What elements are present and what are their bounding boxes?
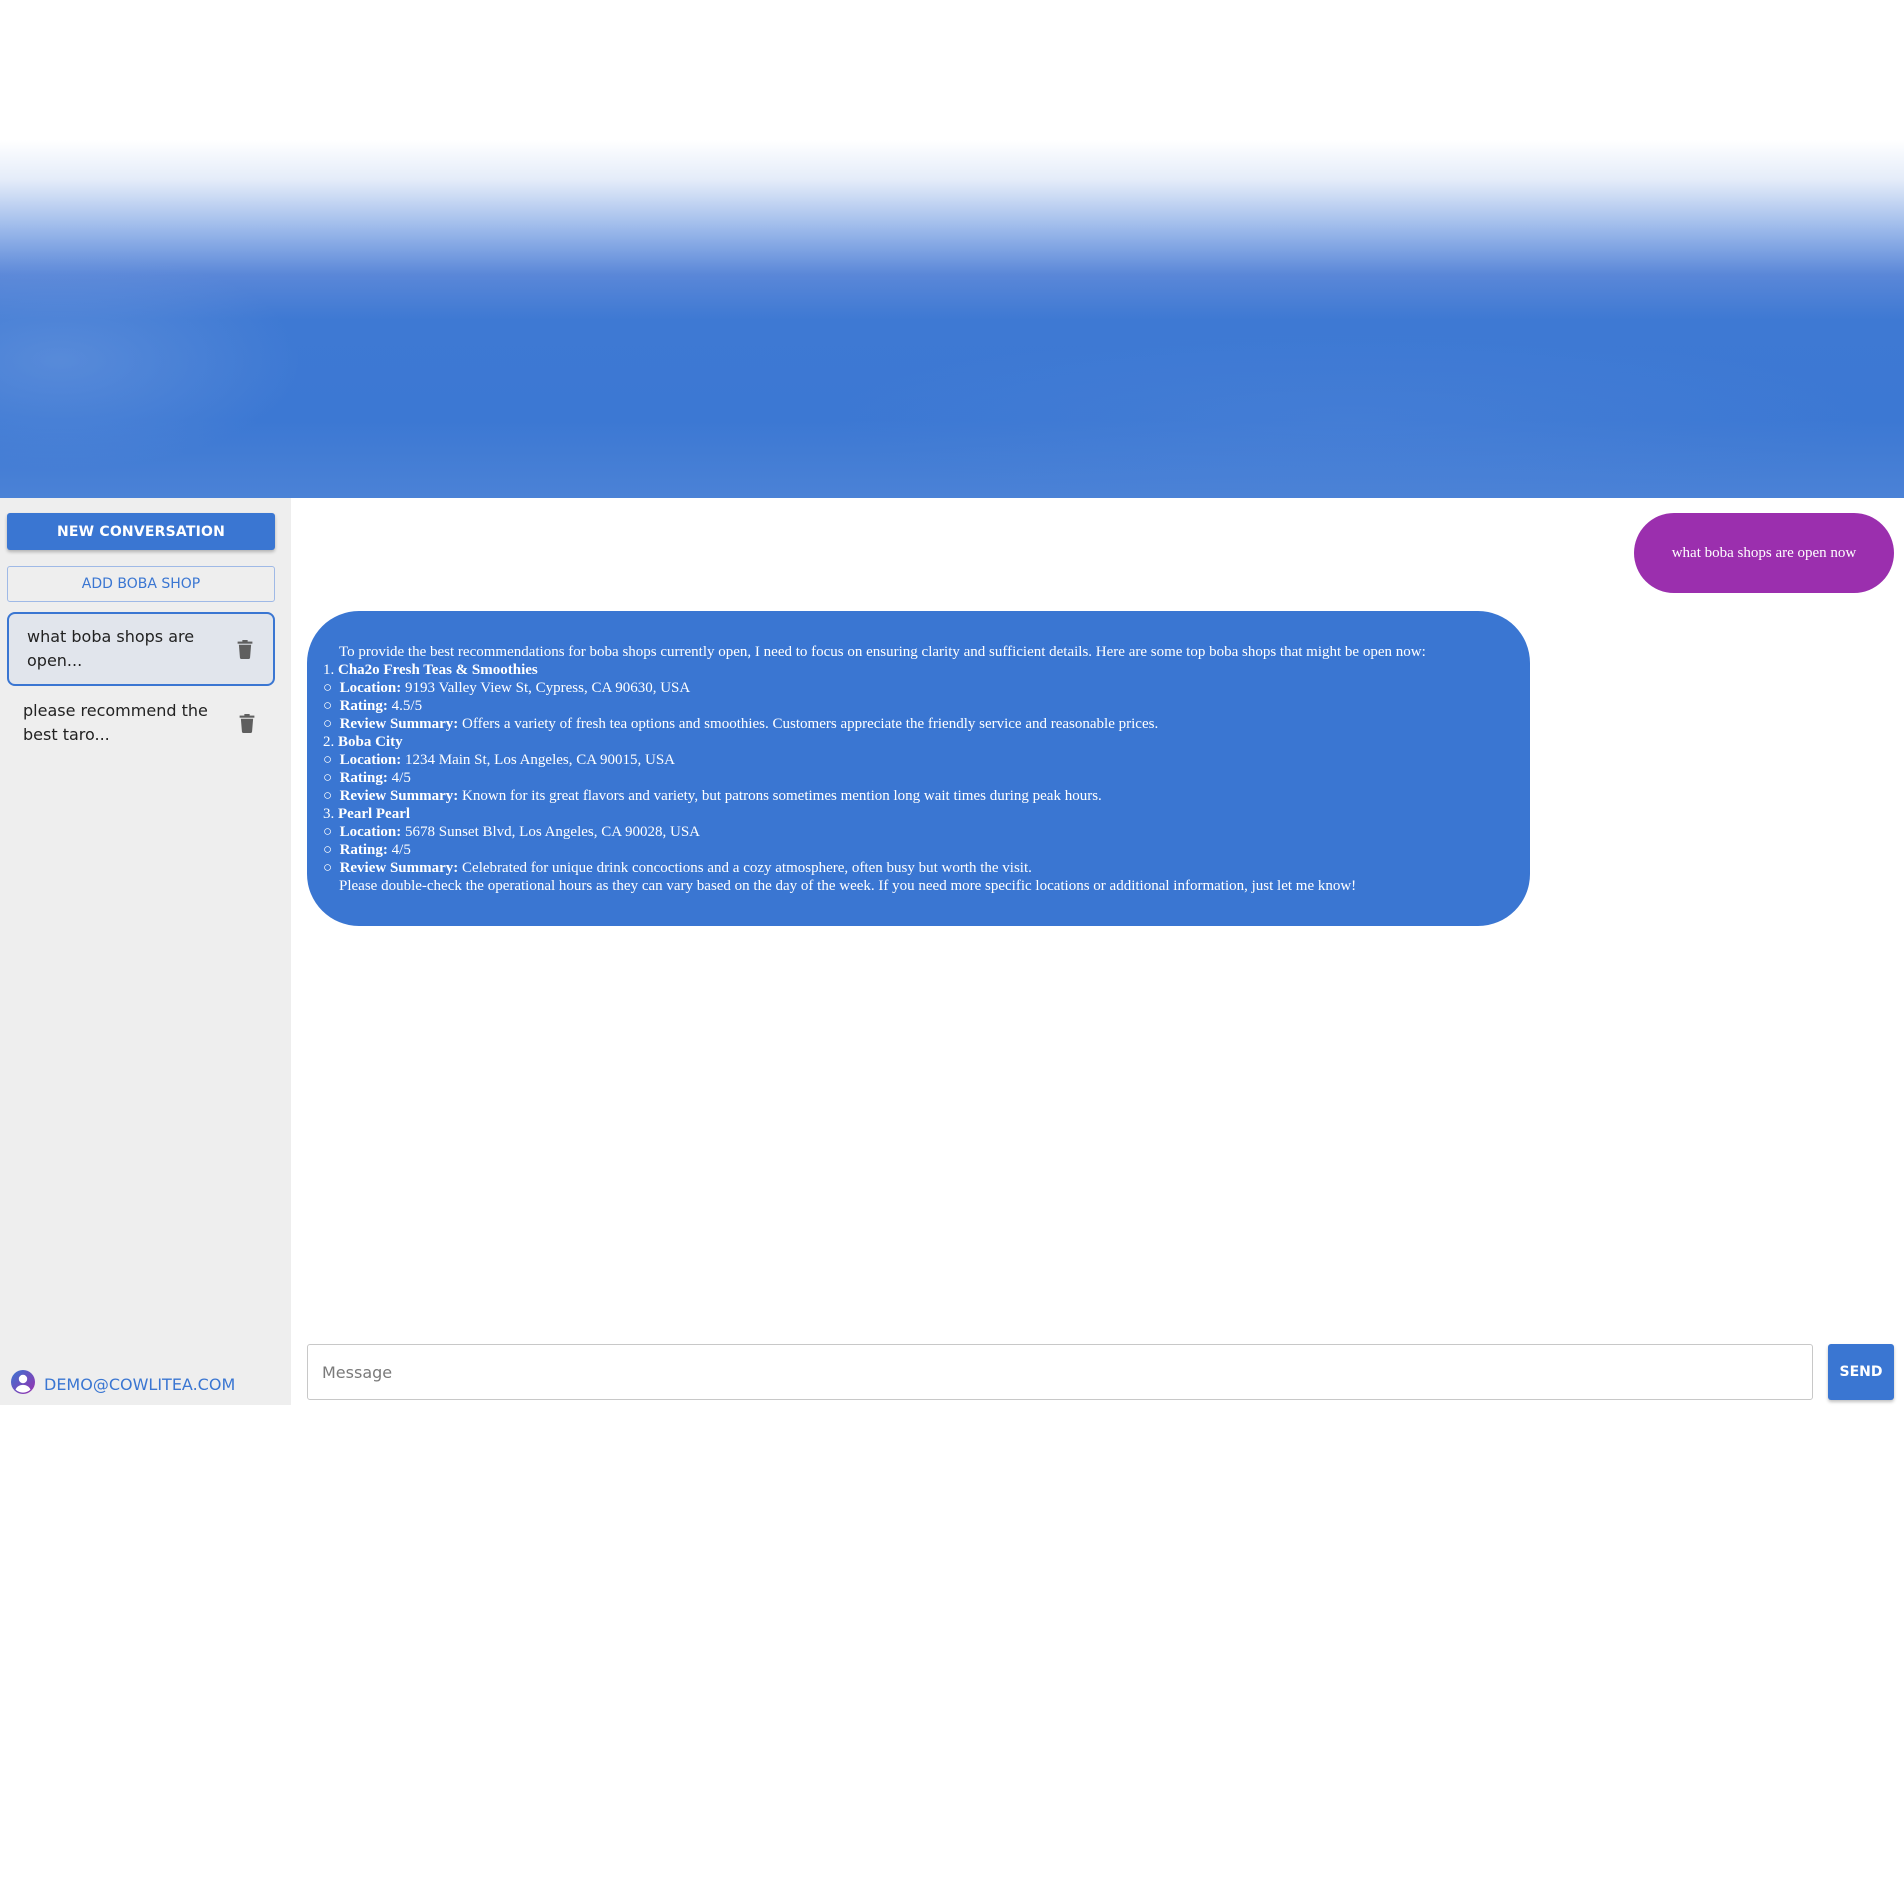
sidebar: NEW CONVERSATION ADD BOBA SHOP what boba… bbox=[0, 498, 291, 1405]
bullet-icon: ○ bbox=[323, 770, 333, 786]
add-boba-shop-button[interactable]: ADD BOBA SHOP bbox=[7, 566, 275, 602]
shop-detail: ○ Review Summary: Celebrated for unique … bbox=[323, 860, 1032, 876]
bullet-icon: ○ bbox=[323, 788, 333, 804]
send-button[interactable]: SEND bbox=[1828, 1344, 1894, 1400]
shop-detail: ○ Rating: 4.5/5 bbox=[323, 698, 423, 714]
shop-detail: ○ Review Summary: Known for its great fl… bbox=[323, 788, 1102, 804]
shop-name: Boba City bbox=[338, 734, 403, 750]
user-account[interactable]: DEMO@COWLITEA.COM bbox=[10, 1369, 236, 1400]
assistant-message-bubble: To provide the best recommendations for … bbox=[307, 611, 1530, 926]
conversation-label: what boba shops are open... bbox=[27, 627, 195, 670]
chat-panel: what boba shops are open now To provide … bbox=[291, 498, 1904, 1405]
bullet-icon: ○ bbox=[323, 698, 333, 714]
user-email: DEMO@COWLITEA.COM bbox=[44, 1374, 236, 1394]
assistant-closing: Please double-check the operational hour… bbox=[339, 878, 1357, 894]
shop-heading: 2. Boba City bbox=[323, 734, 403, 750]
shop-detail: ○ Rating: 4/5 bbox=[323, 770, 411, 786]
shop-name: Cha2o Fresh Teas & Smoothies bbox=[338, 662, 538, 678]
shop-detail: ○ Rating: 4/5 bbox=[323, 842, 411, 858]
shop-detail: ○ Location: 1234 Main St, Los Angeles, C… bbox=[323, 752, 675, 768]
conversation-label: please recommend the best taro... bbox=[23, 701, 208, 744]
shop-heading: 1. Cha2o Fresh Teas & Smoothies bbox=[323, 662, 538, 678]
bullet-icon: ○ bbox=[323, 716, 333, 732]
shop-name: Pearl Pearl bbox=[338, 806, 411, 822]
shop-detail: ○ Review Summary: Offers a variety of fr… bbox=[323, 716, 1159, 732]
shop-detail: ○ Location: 9193 Valley View St, Cypress… bbox=[323, 680, 691, 696]
trash-icon[interactable] bbox=[233, 637, 257, 661]
message-input[interactable] bbox=[307, 1344, 1813, 1400]
assistant-intro: To provide the best recommendations for … bbox=[339, 644, 1426, 660]
user-message-bubble: what boba shops are open now bbox=[1634, 513, 1894, 593]
new-conversation-button[interactable]: NEW CONVERSATION bbox=[7, 513, 275, 550]
trash-icon[interactable] bbox=[235, 711, 259, 735]
shop-detail: ○ Location: 5678 Sunset Blvd, Los Angele… bbox=[323, 824, 701, 840]
bullet-icon: ○ bbox=[323, 842, 333, 858]
bullet-icon: ○ bbox=[323, 752, 333, 768]
header-banner bbox=[0, 0, 1904, 498]
bullet-icon: ○ bbox=[323, 680, 333, 696]
conversation-item[interactable]: please recommend the best taro... bbox=[7, 686, 275, 760]
shop-heading: 3. Pearl Pearl bbox=[323, 806, 411, 822]
bullet-icon: ○ bbox=[323, 824, 333, 840]
bullet-icon: ○ bbox=[323, 860, 333, 876]
user-avatar-icon bbox=[10, 1369, 36, 1400]
conversation-item-active[interactable]: what boba shops are open... bbox=[7, 612, 275, 686]
